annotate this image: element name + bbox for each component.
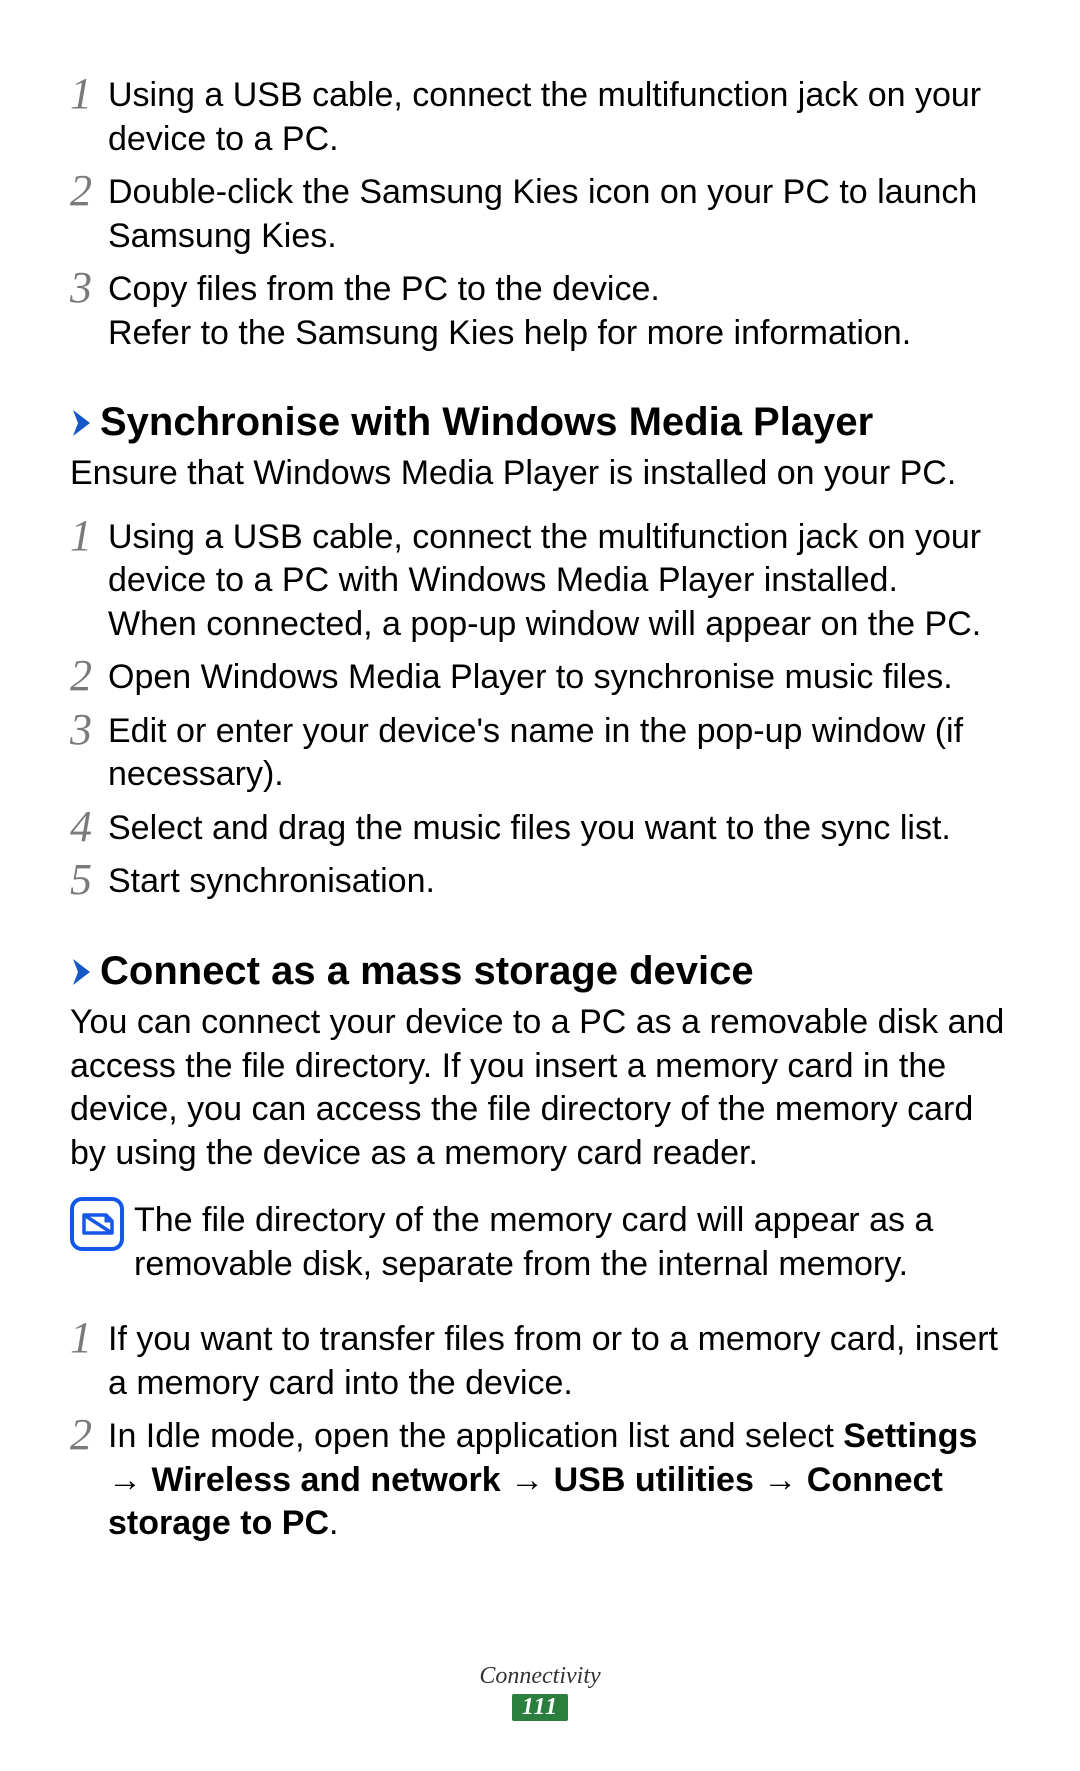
step-number: 3 [70,708,108,752]
step-number: 5 [70,858,108,902]
step-number: 1 [70,514,108,558]
content-body: 1 Using a USB cable, connect the multifu… [70,72,1010,1546]
footer-section-label: Connectivity [0,1663,1080,1690]
step-text: Edit or enter your device's name in the … [108,708,1010,797]
section1-steps: 1 Using a USB cable, connect the multifu… [70,514,1010,904]
note-icon [70,1197,124,1251]
step-number: 1 [70,72,108,116]
arrow-sep: → [108,1461,151,1499]
step-item: 2 Open Windows Media Player to synchroni… [70,654,1010,700]
step-item: 1 Using a USB cable, connect the multifu… [70,514,1010,647]
section-heading-mass-storage: Connect as a mass storage device [70,946,1010,997]
step-item: 5 Start synchronisation. [70,858,1010,904]
step-text: In Idle mode, open the application list … [108,1413,1010,1546]
section-intro: You can connect your device to a PC as a… [70,1001,1010,1175]
page-number: 111 [512,1694,568,1721]
step-item: 4 Select and drag the music files you wa… [70,805,1010,851]
section-heading-sync-wmp: Synchronise with Windows Media Player [70,397,1010,448]
step2-bold-wireless: Wireless and network [151,1461,500,1499]
top-steps: 1 Using a USB cable, connect the multifu… [70,72,1010,355]
step-text: Copy files from the PC to the device.Ref… [108,266,1010,355]
step-item: 3 Copy files from the PC to the device.R… [70,266,1010,355]
chevron-right-icon [70,408,94,438]
step-item: 3 Edit or enter your device's name in th… [70,708,1010,797]
page-footer: Connectivity 111 [0,1663,1080,1721]
step-item: 2 Double-click the Samsung Kies icon on … [70,169,1010,258]
arrow-sep: → [501,1461,554,1499]
step-number: 2 [70,654,108,698]
step-item: 1 Using a USB cable, connect the multifu… [70,72,1010,161]
step-text: Double-click the Samsung Kies icon on yo… [108,169,1010,258]
note-block: The file directory of the memory card wi… [70,1197,1010,1286]
step2-bold-usb: USB utilities [554,1461,754,1499]
section-title: Synchronise with Windows Media Player [100,397,873,448]
step-text: Using a USB cable, connect the multifunc… [108,72,1010,161]
step-number: 1 [70,1316,108,1360]
note-text: The file directory of the memory card wi… [134,1197,1010,1286]
arrow-sep: → [754,1461,807,1499]
step-text: Select and drag the music files you want… [108,805,1010,851]
step2-suffix: . [329,1504,338,1542]
step2-bold-settings: Settings [843,1417,977,1455]
section2-steps: 1 If you want to transfer files from or … [70,1316,1010,1546]
section-title: Connect as a mass storage device [100,946,754,997]
step-number: 2 [70,1413,108,1457]
step-text: Using a USB cable, connect the multifunc… [108,514,1010,647]
step-text: If you want to transfer files from or to… [108,1316,1010,1405]
step-number: 3 [70,266,108,310]
step-item: 2 In Idle mode, open the application lis… [70,1413,1010,1546]
step-text: Open Windows Media Player to synchronise… [108,654,1010,700]
section-intro: Ensure that Windows Media Player is inst… [70,452,1010,496]
page: 1 Using a USB cable, connect the multifu… [0,0,1080,1771]
step-item: 1 If you want to transfer files from or … [70,1316,1010,1405]
step-text: Start synchronisation. [108,858,1010,904]
step-number: 4 [70,805,108,849]
step2-prefix: In Idle mode, open the application list … [108,1417,843,1455]
chevron-right-icon [70,957,94,987]
step-number: 2 [70,169,108,213]
